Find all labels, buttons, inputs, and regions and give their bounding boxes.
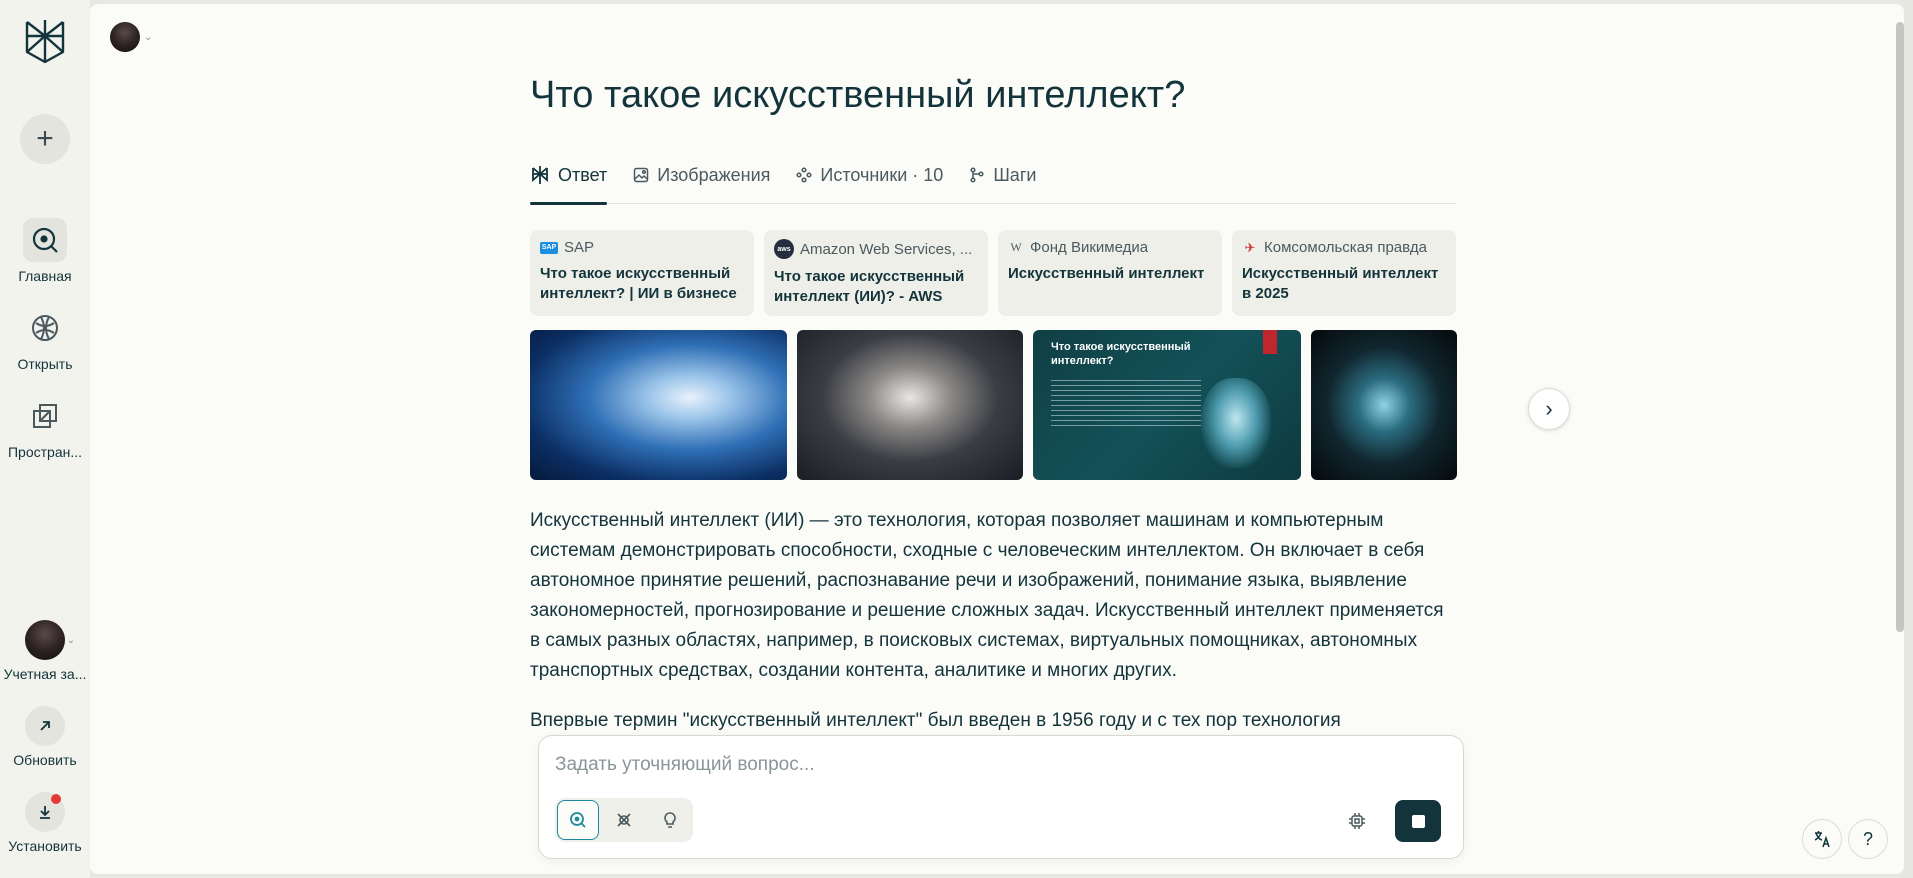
avatar — [24, 620, 65, 660]
images-next-button[interactable]: › — [1528, 388, 1570, 430]
slide-decoration — [1263, 330, 1277, 354]
avatar — [110, 22, 140, 52]
mode-selector — [555, 798, 693, 842]
image-strip: Что такое искусственный интеллект? — [530, 330, 1457, 480]
answer-icon — [532, 166, 548, 184]
source-cards: SAP SAP Что такое искусственный интеллек… — [530, 230, 1456, 316]
profile-menu-button[interactable]: ⌄ — [110, 22, 152, 52]
question-icon: ? — [1862, 828, 1873, 849]
source-title: Что такое искусственный интеллект (ИИ)? … — [774, 268, 965, 305]
sidebar: + Главная Открыть Простран... ⌄ Учетная … — [0, 0, 90, 878]
tab-answer[interactable]: Ответ — [530, 154, 608, 205]
source-title: Искусственный интеллект в 2025 — [1242, 265, 1439, 302]
aws-favicon-icon: aws — [774, 239, 794, 259]
arrow-up-right-icon — [25, 706, 65, 746]
chevron-down-icon: ⌄ — [144, 31, 153, 43]
source-title: Что такое искусственный интеллект? | ИИ … — [540, 265, 737, 302]
source-title: Искусственный интеллект — [1008, 265, 1205, 282]
answer-paragraph: Искусственный интеллект (ИИ) — это техно… — [530, 510, 1444, 681]
stop-icon — [1411, 814, 1425, 828]
spaces-icon — [23, 394, 67, 438]
image-thumbnail[interactable] — [530, 330, 787, 480]
followup-input[interactable] — [555, 750, 1415, 780]
source-site: Amazon Web Services, ... — [800, 240, 973, 258]
chevron-right-icon: › — [1545, 396, 1553, 421]
slide-text-lines — [1051, 380, 1201, 428]
image-thumbnail[interactable]: Что такое искусственный интеллект? — [1033, 330, 1301, 480]
mode-labs-button[interactable] — [649, 800, 691, 840]
logo-icon[interactable] — [20, 16, 70, 66]
sidebar-item-label: Установить — [8, 838, 82, 854]
source-card[interactable]: aws Amazon Web Services, ... Что такое и… — [764, 230, 988, 316]
search-mode-icon — [570, 812, 586, 828]
answer-paragraph: Впервые термин "искусственный интеллект"… — [530, 710, 1341, 731]
slide-figure — [1201, 378, 1271, 468]
kp-favicon-icon: ✈ — [1244, 239, 1256, 255]
image-thumbnail[interactable] — [797, 330, 1023, 480]
sidebar-item-label: Открыть — [17, 356, 73, 372]
chip-icon — [1349, 813, 1365, 829]
answer-text: Искусственный интеллект (ИИ) — это техно… — [530, 506, 1456, 756]
search-icon — [23, 218, 67, 262]
wikipedia-favicon-icon: W — [1010, 240, 1022, 254]
steps-icon — [970, 167, 984, 183]
slide-title: Что такое искусственный интеллект? — [1051, 341, 1191, 367]
mode-research-button[interactable] — [603, 800, 645, 840]
sources-icon — [796, 167, 812, 183]
lightbulb-icon — [664, 812, 676, 828]
tab-steps[interactable]: Шаги — [969, 154, 1036, 204]
help-button[interactable]: ? — [1848, 819, 1888, 859]
image-icon — [634, 167, 649, 183]
model-select-button[interactable] — [1342, 806, 1372, 836]
research-mode-icon — [617, 813, 631, 827]
sidebar-item-label: Обновить — [13, 752, 77, 768]
sap-favicon-icon: SAP — [540, 241, 558, 254]
new-thread-button[interactable]: + — [20, 114, 70, 164]
source-card[interactable]: SAP SAP Что такое искусственный интеллек… — [530, 230, 754, 316]
globe-icon — [23, 306, 67, 350]
source-site: SAP — [564, 239, 595, 256]
stop-button[interactable] — [1395, 800, 1441, 842]
result-tabs: Ответ Изображения Источники · 10 Шаги — [530, 154, 1456, 205]
chevron-down-icon: ⌄ — [66, 634, 76, 646]
translate-icon — [1814, 831, 1830, 848]
sidebar-item-discover[interactable]: Открыть — [0, 306, 90, 372]
main-panel: ⌄ Что такое искусственный интеллект? Отв… — [90, 4, 1904, 874]
translate-button[interactable] — [1802, 819, 1842, 859]
image-thumbnail[interactable] — [1311, 330, 1457, 480]
sidebar-item-label: Простран... — [7, 444, 83, 460]
sidebar-item-update[interactable]: Обновить — [0, 706, 90, 768]
tab-images[interactable]: Изображения — [633, 154, 770, 204]
tab-label: Ответ — [558, 164, 608, 185]
page-title: Что такое искусственный интеллект? — [530, 74, 1186, 116]
sidebar-item-label: Главная — [18, 268, 72, 284]
tab-sources[interactable]: Источники · 10 — [796, 154, 943, 204]
sidebar-item-spaces[interactable]: Простран... — [0, 394, 90, 460]
tab-label: Источники · 10 — [820, 164, 944, 185]
source-site: Фонд Викимедиа — [1030, 239, 1149, 256]
notification-badge — [51, 794, 61, 804]
source-site: Комсомольская правда — [1264, 239, 1428, 256]
plus-icon: + — [36, 122, 54, 155]
mode-search-button[interactable] — [557, 800, 599, 840]
followup-composer — [538, 735, 1464, 859]
sidebar-item-home[interactable]: Главная — [0, 218, 90, 284]
source-card[interactable]: ✈ Комсомольская правда Искусственный инт… — [1232, 230, 1456, 316]
source-card[interactable]: W Фонд Викимедиа Искусственный интеллект — [998, 230, 1222, 316]
tab-label: Изображения — [657, 164, 771, 185]
tab-label: Шаги — [993, 164, 1037, 185]
sidebar-item-label: Учетная за... — [3, 666, 87, 682]
download-icon — [25, 792, 65, 832]
sidebar-item-install[interactable]: Установить — [0, 792, 90, 854]
sidebar-item-account[interactable]: ⌄ Учетная за... — [0, 620, 90, 682]
scrollbar[interactable] — [1896, 22, 1904, 632]
